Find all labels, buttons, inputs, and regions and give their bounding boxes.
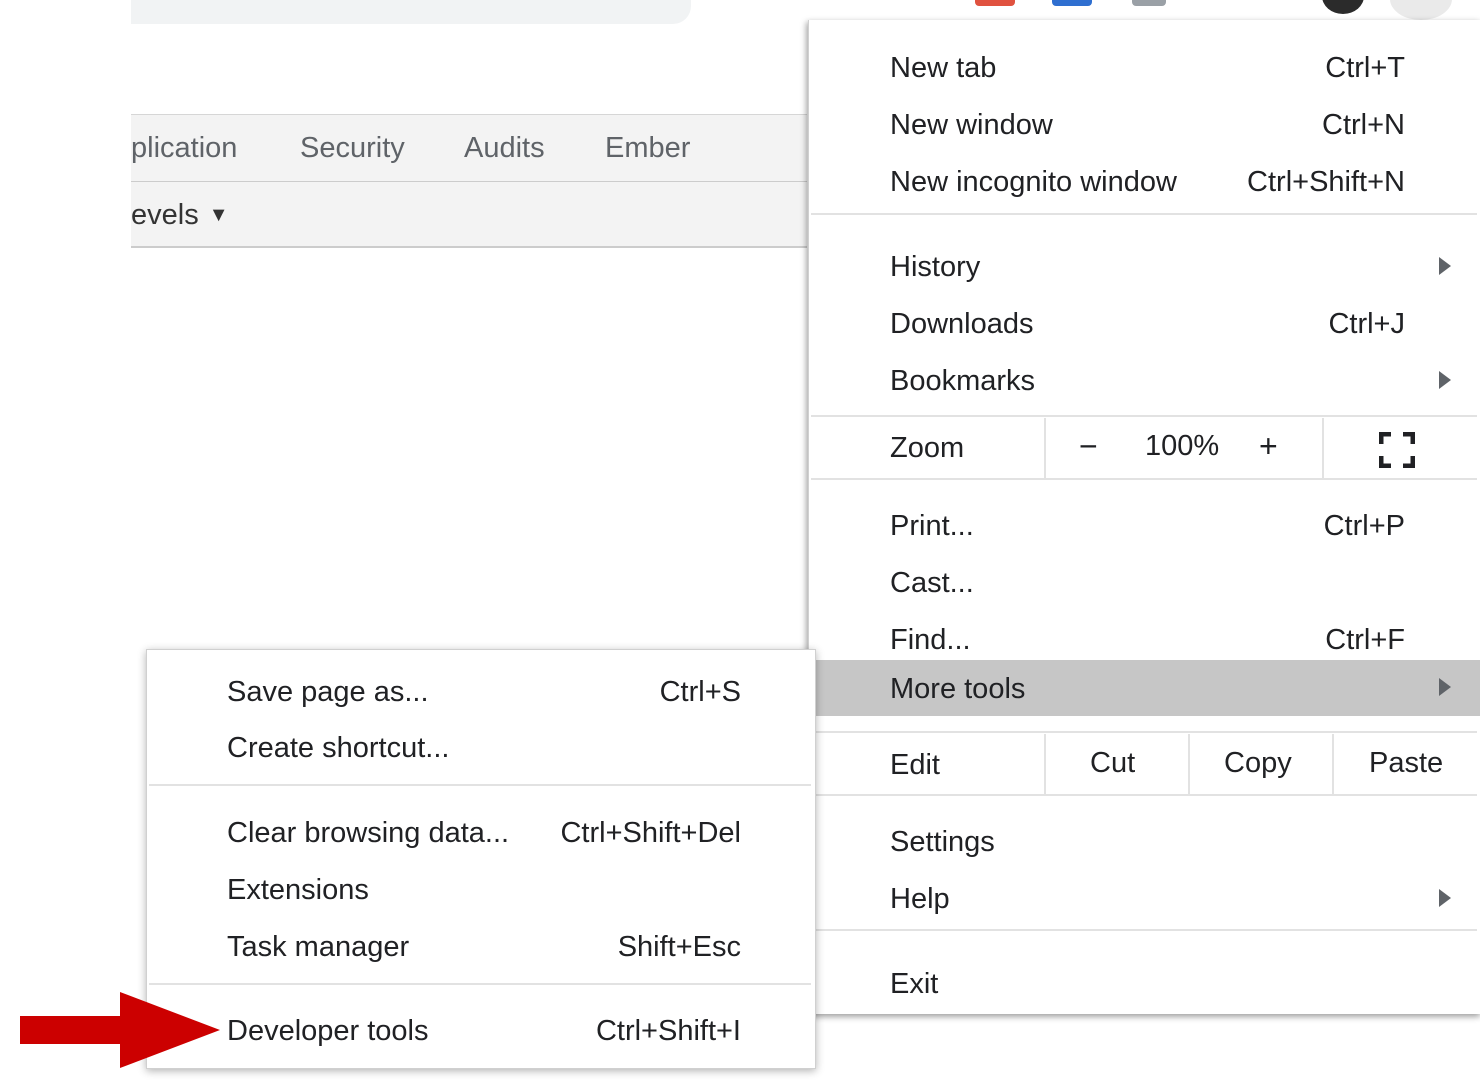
menu-separator	[811, 929, 1477, 931]
menu-item-history[interactable]: History	[809, 239, 1480, 295]
tab-ember[interactable]: Ember	[605, 132, 690, 165]
menu-item-settings[interactable]: Settings	[809, 814, 1480, 870]
submenu-arrow-icon	[1439, 889, 1451, 907]
submenu-item-shortcut: Shift+Esc	[617, 931, 741, 963]
zoom-divider	[1322, 418, 1324, 480]
submenu-item-label: Create shortcut...	[227, 732, 450, 764]
menu-item-new-incognito-window[interactable]: New incognito window Ctrl+Shift+N	[809, 154, 1480, 210]
zoom-row: Zoom − 100% +	[809, 418, 1480, 480]
menu-separator	[811, 731, 1477, 733]
menu-separator	[811, 213, 1477, 215]
submenu-item-label: Save page as...	[227, 676, 429, 708]
chrome-main-menu: New tab Ctrl+T New window Ctrl+N New inc…	[808, 20, 1480, 1014]
menu-item-shortcut: Ctrl+J	[1328, 308, 1405, 340]
menu-item-label: New window	[890, 109, 1053, 141]
zoom-in-button[interactable]: +	[1259, 428, 1278, 465]
more-tools-submenu: Save page as... Ctrl+S Create shortcut..…	[146, 649, 816, 1069]
profile-avatar[interactable]	[1322, 0, 1364, 14]
address-bar[interactable]	[131, 0, 691, 24]
menu-separator	[811, 415, 1477, 417]
menu-item-help[interactable]: Help	[809, 871, 1480, 927]
fullscreen-icon[interactable]	[1379, 432, 1415, 468]
menu-item-shortcut: Ctrl+N	[1322, 109, 1405, 141]
submenu-arrow-icon	[1439, 257, 1451, 275]
zoom-divider	[1044, 418, 1046, 480]
menu-button[interactable]	[1390, 0, 1452, 20]
edit-divider	[1332, 734, 1334, 794]
menu-item-shortcut: Ctrl+F	[1325, 624, 1405, 656]
submenu-item-clear-browsing-data[interactable]: Clear browsing data... Ctrl+Shift+Del	[147, 805, 815, 861]
zoom-out-button[interactable]: −	[1079, 428, 1098, 465]
menu-separator	[811, 794, 1477, 796]
menu-item-bookmarks[interactable]: Bookmarks	[809, 353, 1480, 409]
tab-audits[interactable]: Audits	[464, 132, 545, 165]
menu-item-new-tab[interactable]: New tab Ctrl+T	[809, 40, 1480, 96]
cut-button[interactable]: Cut	[1090, 747, 1135, 780]
submenu-item-label: Task manager	[227, 931, 410, 963]
submenu-item-shortcut: Ctrl+S	[659, 676, 741, 708]
submenu-item-label: Clear browsing data...	[227, 817, 510, 849]
submenu-item-developer-tools[interactable]: Developer tools Ctrl+Shift+I	[147, 1003, 815, 1059]
menu-separator	[149, 784, 811, 786]
extension-icon-red[interactable]	[975, 0, 1015, 6]
submenu-item-label: Extensions	[227, 874, 369, 906]
tab-security[interactable]: Security	[300, 132, 405, 165]
menu-item-label: Bookmarks	[890, 365, 1036, 397]
menu-separator	[811, 478, 1477, 480]
paste-button[interactable]: Paste	[1369, 747, 1443, 780]
annotation-arrow-icon	[20, 992, 220, 1068]
screenshot-root: plication Security Audits Ember evels ▼ N…	[0, 0, 1480, 1092]
menu-item-label: Downloads	[890, 308, 1034, 340]
edit-label: Edit	[890, 749, 940, 781]
edit-row: Edit Cut Copy Paste	[809, 734, 1480, 796]
extension-icon-blue[interactable]	[1052, 0, 1092, 6]
menu-item-label: Help	[890, 883, 950, 915]
submenu-item-task-manager[interactable]: Task manager Shift+Esc	[147, 919, 815, 975]
menu-item-exit[interactable]: Exit	[809, 956, 1480, 1012]
dropdown-triangle-icon: ▼	[208, 204, 229, 226]
submenu-item-save-page[interactable]: Save page as... Ctrl+S	[147, 664, 815, 720]
zoom-label: Zoom	[890, 432, 965, 464]
menu-item-label: History	[890, 251, 981, 283]
log-levels-dropdown[interactable]: evels ▼	[131, 199, 229, 232]
menu-item-downloads[interactable]: Downloads Ctrl+J	[809, 296, 1480, 352]
submenu-item-label: Developer tools	[227, 1015, 429, 1047]
copy-button[interactable]: Copy	[1224, 747, 1292, 780]
menu-item-label: More tools	[890, 673, 1026, 705]
menu-item-label: Exit	[890, 968, 939, 1000]
edit-divider	[1044, 734, 1046, 794]
menu-item-print[interactable]: Print... Ctrl+P	[809, 498, 1480, 554]
menu-item-label: Find...	[890, 624, 971, 656]
menu-item-new-window[interactable]: New window Ctrl+N	[809, 97, 1480, 153]
menu-item-label: Print...	[890, 510, 974, 542]
zoom-level: 100%	[1145, 430, 1220, 462]
extension-icon-gray[interactable]	[1132, 0, 1166, 6]
menu-item-more-tools[interactable]: More tools	[809, 660, 1480, 716]
submenu-item-shortcut: Ctrl+Shift+I	[595, 1015, 741, 1047]
submenu-arrow-icon	[1439, 371, 1451, 389]
submenu-arrow-icon	[1439, 678, 1451, 696]
edit-divider	[1188, 734, 1190, 794]
menu-separator	[149, 983, 811, 985]
menu-item-label: New tab	[890, 52, 997, 84]
menu-item-shortcut: Ctrl+Shift+N	[1247, 166, 1405, 198]
devtools-filter-bar: evels ▼	[131, 182, 807, 248]
submenu-item-create-shortcut[interactable]: Create shortcut...	[147, 720, 815, 776]
menu-item-cast[interactable]: Cast...	[809, 555, 1480, 611]
menu-item-shortcut: Ctrl+T	[1325, 52, 1405, 84]
menu-item-label: New incognito window	[890, 166, 1177, 198]
submenu-item-extensions[interactable]: Extensions	[147, 862, 815, 918]
menu-item-shortcut: Ctrl+P	[1323, 510, 1405, 542]
devtools-tab-bar: plication Security Audits Ember	[131, 114, 807, 183]
tab-application[interactable]: plication	[131, 132, 237, 165]
annotation-arrow-shape	[20, 992, 220, 1068]
submenu-item-shortcut: Ctrl+Shift+Del	[560, 817, 741, 849]
menu-item-label: Cast...	[890, 567, 974, 599]
menu-item-label: Settings	[890, 826, 995, 858]
log-levels-label: evels	[131, 199, 199, 231]
